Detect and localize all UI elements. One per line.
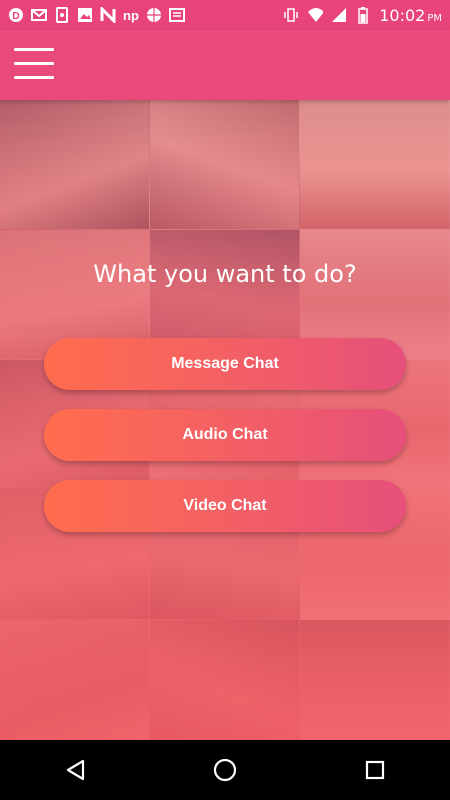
back-triangle-icon[interactable] (55, 750, 95, 790)
vibrate-icon (283, 7, 299, 23)
wifi-icon (307, 7, 324, 23)
prompt-heading: What you want to do? (93, 260, 357, 288)
recents-square-icon[interactable] (355, 750, 395, 790)
circle-d-icon: D (8, 7, 24, 23)
n-icon (100, 7, 116, 23)
np-icon: np (123, 7, 139, 23)
gmail-icon (31, 7, 47, 23)
phone-clock-icon (54, 7, 70, 23)
status-bar: D np 10:02 PM (0, 0, 450, 30)
svg-text:D: D (12, 11, 19, 22)
main-content: What you want to do? Message Chat Audio … (0, 100, 450, 740)
clock-ampm: PM (427, 12, 442, 24)
app-bar (0, 30, 450, 100)
signal-icon (331, 7, 347, 23)
audio-chat-button[interactable]: Audio Chat (44, 409, 406, 461)
video-chat-button[interactable]: Video Chat (44, 480, 406, 532)
message-chat-button[interactable]: Message Chat (44, 338, 406, 390)
clock-time: 10:02 (379, 5, 426, 25)
home-circle-icon[interactable] (205, 750, 245, 790)
notification-icons: D np (8, 7, 185, 23)
svg-text:np: np (123, 8, 139, 23)
news-icon (169, 7, 185, 23)
basketball-icon (146, 7, 162, 23)
image-icon (77, 7, 93, 23)
system-nav-bar (0, 740, 450, 800)
battery-icon (355, 7, 371, 24)
hamburger-menu-icon[interactable] (14, 48, 54, 82)
